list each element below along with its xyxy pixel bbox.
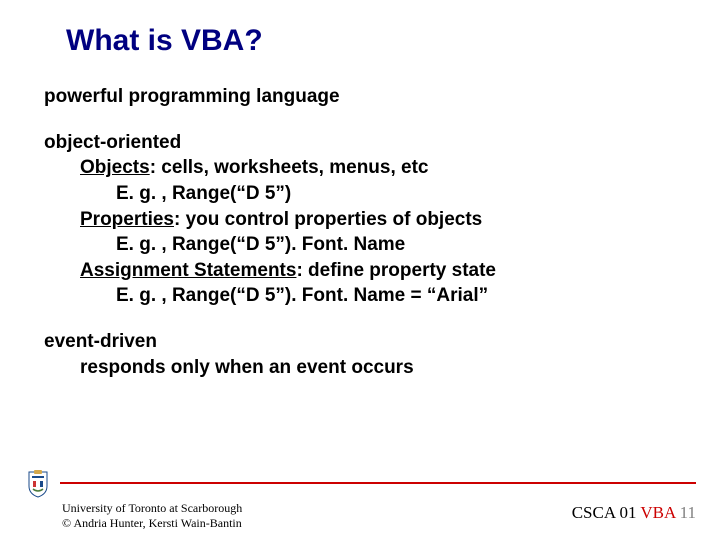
footer-university: University of Toronto at Scarborough	[62, 501, 242, 515]
slide-title: What is VBA?	[44, 24, 676, 58]
footer-divider-row	[24, 467, 696, 499]
footer-vba: VBA	[640, 503, 675, 522]
footer-bottom: University of Toronto at Scarborough © A…	[24, 501, 696, 530]
header-object-oriented: object-oriented	[44, 130, 676, 156]
section-object-oriented: object-oriented Objects: cells, workshee…	[44, 130, 676, 309]
rest-properties: : you control properties of objects	[174, 209, 482, 230]
footer-attribution: University of Toronto at Scarborough © A…	[62, 501, 242, 530]
footer-page-info: CSCA 01 VBA 11	[572, 501, 696, 523]
line-event-driven: responds only when an event occurs	[44, 355, 676, 381]
footer-divider-line	[60, 482, 696, 484]
footer-course: CSCA 01	[572, 503, 637, 522]
rest-assignment: : define property state	[296, 260, 496, 281]
label-objects: Objects	[80, 157, 150, 178]
eg-properties: E. g. , Range(“D 5”). Font. Name	[44, 232, 676, 258]
line-properties: Properties: you control properties of ob…	[44, 207, 676, 233]
section-powerful: powerful programming language	[44, 84, 676, 110]
line-objects: Objects: cells, worksheets, menus, etc	[44, 155, 676, 181]
text-powerful: powerful programming language	[44, 86, 340, 107]
footer-copyright: © Andria Hunter, Kersti Wain-Bantin	[62, 516, 242, 530]
footer-page-number: 11	[680, 503, 696, 522]
slide: What is VBA? powerful programming langua…	[0, 0, 720, 540]
slide-content: powerful programming language object-ori…	[44, 84, 676, 380]
section-event-driven: event-driven responds only when an event…	[44, 329, 676, 380]
label-assignment: Assignment Statements	[80, 260, 296, 281]
line-assignment: Assignment Statements: define property s…	[44, 258, 676, 284]
university-crest-icon	[24, 467, 52, 499]
slide-footer: University of Toronto at Scarborough © A…	[0, 467, 720, 540]
label-properties: Properties	[80, 209, 174, 230]
eg-objects: E. g. , Range(“D 5”)	[44, 181, 676, 207]
header-event-driven: event-driven	[44, 329, 676, 355]
rest-objects: : cells, worksheets, menus, etc	[150, 157, 429, 178]
eg-assignment: E. g. , Range(“D 5”). Font. Name = “Aria…	[44, 283, 676, 309]
